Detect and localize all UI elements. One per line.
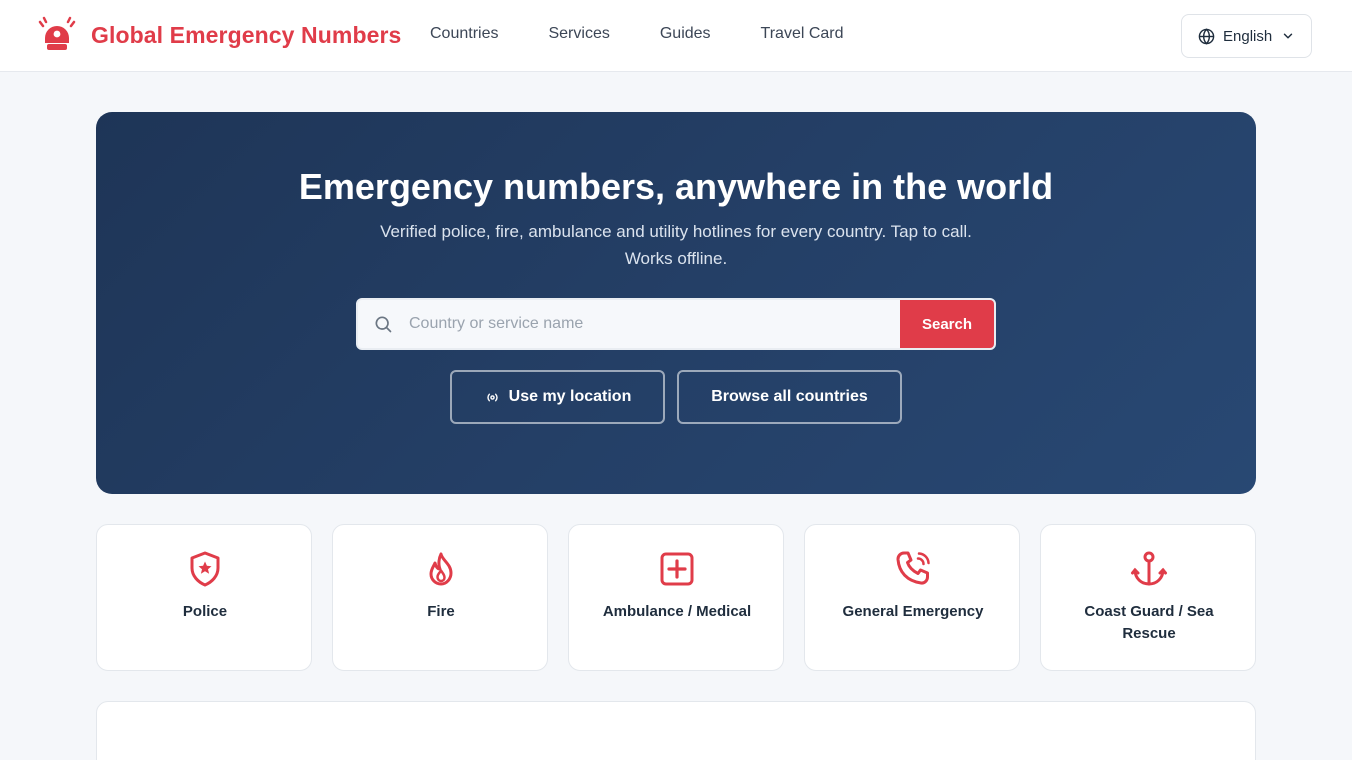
browse-countries-button[interactable]: Browse all countries	[677, 370, 902, 424]
anchor-icon	[1131, 551, 1167, 586]
location-broadcast-icon	[486, 393, 498, 401]
search-input[interactable]	[409, 300, 889, 348]
medical-plus-icon	[660, 552, 694, 586]
language-label: English	[1223, 27, 1273, 45]
search-icon	[375, 316, 392, 333]
service-card-coast-guard[interactable]: Coast Guard / Sea Rescue	[1040, 524, 1256, 671]
content-panel	[96, 701, 1256, 760]
flame-icon	[429, 552, 453, 586]
nav-guides[interactable]: Guides	[660, 24, 711, 43]
service-card-general-emergency[interactable]: General Emergency	[804, 524, 1020, 671]
service-label: General Emergency	[842, 603, 984, 620]
hero-banner: Emergency numbers, anywhere in the world…	[96, 112, 1256, 494]
use-location-button[interactable]: Use my location	[450, 370, 665, 424]
hero-subtitle: Verified police, fire, ambulance and uti…	[380, 222, 972, 268]
use-location-label: Use my location	[508, 388, 632, 405]
globe-icon	[1198, 27, 1215, 45]
nav-services[interactable]: Services	[548, 24, 609, 43]
search-bar: Search	[356, 298, 996, 350]
service-card-ambulance[interactable]: Ambulance / Medical	[568, 524, 784, 671]
nav-countries[interactable]: Countries	[430, 24, 498, 43]
search-button[interactable]: Search	[900, 300, 994, 348]
service-label: Fire	[427, 603, 455, 620]
phone-ringing-icon	[896, 551, 930, 585]
browse-countries-label: Browse all countries	[711, 388, 868, 405]
main-nav: Countries Services Guides Travel Card	[430, 24, 894, 43]
top-header: Global Emergency Numbers Countries Servi…	[0, 0, 1352, 72]
brand-logo-link[interactable]: Global Emergency Numbers	[38, 16, 401, 54]
shield-star-icon	[190, 551, 220, 587]
service-label: Ambulance / Medical	[602, 603, 752, 620]
nav-travel-card[interactable]: Travel Card	[761, 24, 844, 43]
language-selector[interactable]: English	[1181, 14, 1312, 58]
hero-title: Emergency numbers, anywhere in the world	[298, 166, 1054, 207]
chevron-down-icon	[1283, 33, 1293, 39]
service-label: Coast Guard / Sea Rescue	[1084, 603, 1214, 642]
service-label: Police	[182, 603, 228, 620]
brand-name: Global Emergency Numbers	[91, 21, 402, 48]
alarm-siren-icon	[38, 16, 76, 50]
service-card-police[interactable]: Police	[96, 524, 312, 671]
service-card-fire[interactable]: Fire	[332, 524, 548, 671]
